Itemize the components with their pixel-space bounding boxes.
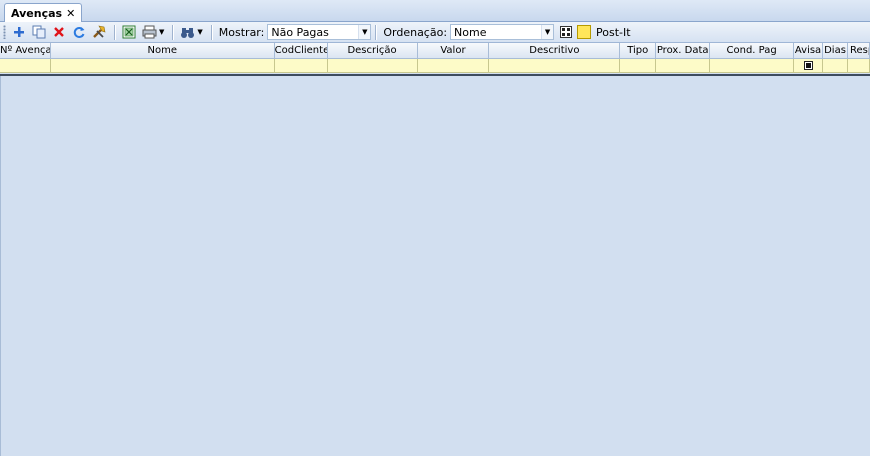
chevron-down-icon[interactable]: ▼ [358, 25, 371, 39]
ordenacao-select[interactable]: Nome ▼ [450, 24, 555, 40]
postit-icon[interactable] [577, 25, 592, 39]
postit-label[interactable]: Post-It [596, 26, 631, 39]
column-header-tipo[interactable]: Tipo [620, 43, 657, 59]
export-excel-button[interactable] [120, 23, 138, 41]
printer-icon [142, 25, 156, 39]
column-header-cond-pag[interactable]: Cond. Pag [710, 43, 795, 59]
filter-cell-codcliente[interactable] [274, 59, 328, 73]
copy-icon [32, 25, 46, 39]
excel-icon [122, 25, 136, 39]
mostrar-label: Mostrar: [218, 25, 265, 39]
filter-cell-dias[interactable] [823, 59, 848, 73]
filter-cell-resp[interactable] [848, 59, 870, 73]
tools-button[interactable] [90, 23, 108, 41]
find-button[interactable] [178, 23, 196, 41]
column-header-descritivo[interactable]: Descritivo [489, 43, 621, 59]
delete-button[interactable] [50, 23, 68, 41]
toolbar-separator [375, 24, 378, 40]
toolbar-separator [114, 24, 116, 40]
filter-row [0, 59, 870, 73]
add-button[interactable] [10, 23, 28, 41]
filter-cell-descricao[interactable] [327, 59, 418, 73]
column-header-codcliente[interactable]: CodCliente [274, 43, 328, 59]
ordenacao-label: Ordenação: [383, 25, 448, 39]
toolbar-separator [210, 24, 213, 40]
column-header-descricao[interactable]: Descrição [327, 43, 418, 59]
checkbox-indeterminate-icon [805, 63, 811, 68]
grid-header-row: Nº Avença Nome CodCliente Descrição Valo… [0, 43, 870, 59]
refresh-icon [73, 27, 85, 38]
filter-cell-valor[interactable] [417, 59, 490, 73]
filter-cell-nome[interactable] [50, 59, 275, 73]
tab-avencas[interactable]: Avenças ✕ [4, 3, 83, 22]
refresh-button[interactable] [70, 23, 88, 41]
tools-icon [93, 25, 106, 38]
column-header-avisa[interactable]: Avisa [794, 43, 824, 59]
filter-cell-avisa[interactable] [794, 59, 824, 73]
filter-cell-tipo[interactable] [620, 59, 657, 73]
column-header-prox-data[interactable]: Prox. Data [656, 43, 711, 59]
add-icon [14, 27, 24, 37]
column-header-resp[interactable]: Resp [848, 43, 870, 59]
toolbar-separator [172, 24, 175, 40]
mostrar-value: Não Pagas [271, 25, 329, 39]
filter-cell-cond-pag[interactable] [710, 59, 795, 73]
grid-options-icon [560, 26, 573, 38]
filter-cell-descritivo[interactable] [489, 59, 621, 73]
column-header-valor[interactable]: Valor [417, 43, 490, 59]
grid-options-button[interactable] [557, 23, 575, 41]
delete-icon [54, 27, 64, 37]
close-icon[interactable]: ✕ [66, 7, 75, 20]
filter-cell-n-avenca[interactable] [0, 59, 51, 73]
tab-title: Avenças [11, 6, 63, 20]
binoculars-icon [180, 27, 194, 38]
find-dropdown-arrow-icon[interactable]: ▼ [197, 28, 202, 36]
filter-cell-prox-data[interactable] [656, 59, 711, 73]
ordenacao-value: Nome [454, 25, 487, 39]
tab-strip: Avenças ✕ [0, 0, 870, 22]
mostrar-select[interactable]: Não Pagas ▼ [267, 24, 372, 40]
data-grid: Nº Avença Nome CodCliente Descrição Valo… [0, 43, 870, 73]
copy-button[interactable] [30, 23, 48, 41]
column-header-n-avenca[interactable]: Nº Avença [0, 43, 51, 59]
chevron-down-icon[interactable]: ▼ [541, 25, 554, 39]
avisa-filter-checkbox[interactable] [803, 61, 813, 70]
column-header-nome[interactable]: Nome [50, 43, 275, 59]
column-header-dias[interactable]: Dias [823, 43, 848, 59]
print-button[interactable] [140, 23, 158, 41]
print-dropdown-arrow-icon[interactable]: ▼ [159, 28, 164, 36]
toolbar: ▼ ▼ Mostrar: Não Pagas ▼ Ordenação: Nome… [0, 22, 870, 43]
grid-body[interactable] [0, 76, 870, 456]
toolbar-grip-icon[interactable] [3, 25, 6, 39]
